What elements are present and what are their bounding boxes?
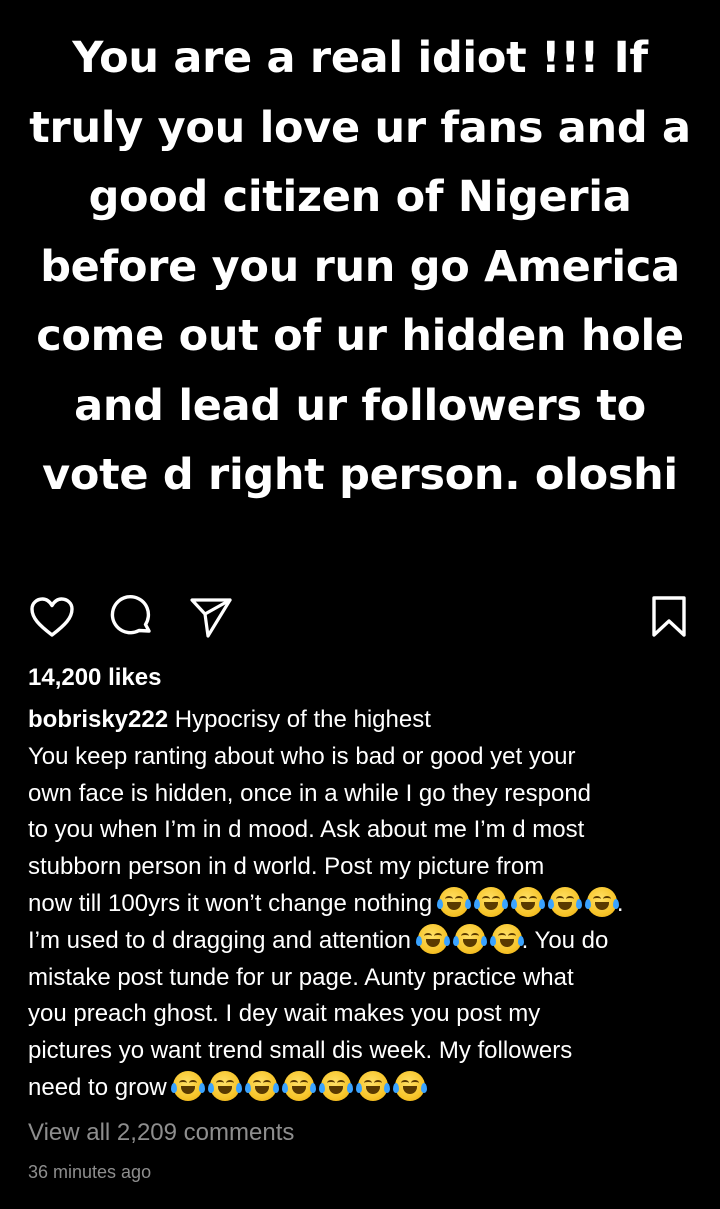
laughing-tears-emoji-icon: [510, 886, 545, 917]
laughing-tears-emoji-icon: [436, 886, 471, 917]
caption-username[interactable]: bobrisky222: [28, 706, 168, 733]
caption-headline: Hypocrisy of the highest: [168, 706, 431, 733]
save-button[interactable]: [644, 592, 694, 642]
post-image[interactable]: You are a real idiot !!! If truly you lo…: [0, 0, 720, 585]
comment-button[interactable]: [107, 592, 157, 642]
heart-icon: [30, 597, 74, 637]
paper-plane-icon: [190, 598, 232, 638]
post-timestamp: 36 minutes ago: [28, 1162, 152, 1182]
likes-count[interactable]: 14,200 likes: [28, 663, 161, 693]
emoji-group: [436, 883, 619, 920]
laughing-tears-emoji-icon: [452, 923, 487, 954]
laughing-tears-emoji-icon: [319, 1070, 354, 1101]
caption-line: you preach ghost. I dey wait makes you p…: [28, 1000, 541, 1028]
caption-line-text: need to grow: [28, 1073, 167, 1101]
caption-line: stubborn person in d world. Post my pict…: [28, 853, 545, 881]
laughing-tears-emoji-icon: [547, 886, 582, 917]
emoji-group: [171, 1067, 428, 1104]
laughing-tears-emoji-icon: [282, 1070, 317, 1101]
laughing-tears-emoji-icon: [208, 1070, 243, 1101]
caption-line: mistake post tunde for ur page. Aunty pr…: [28, 963, 574, 991]
laughing-tears-emoji-icon: [415, 923, 450, 954]
laughing-tears-emoji-icon: [245, 1070, 280, 1101]
like-button[interactable]: [27, 592, 77, 642]
caption-line-text: now till 100yrs it won’t change nothing: [28, 889, 433, 917]
caption-line: You keep ranting about who is bad or goo…: [28, 742, 576, 770]
laughing-tears-emoji-icon: [473, 886, 508, 917]
caption-line: pictures yo want trend small dis week. M…: [28, 1037, 573, 1065]
laughing-tears-emoji-icon: [584, 886, 619, 917]
comment-icon: [110, 594, 151, 635]
emoji-group: [415, 920, 524, 957]
caption-line-with-emoji: I’m used to d dragging and attention . Y…: [28, 923, 698, 960]
laughing-tears-emoji-icon: [393, 1070, 428, 1101]
caption-line: to you when I’m in d mood. Ask about me …: [28, 816, 585, 844]
caption-line-text: . You do: [521, 926, 609, 954]
caption-line-with-emoji: now till 100yrs it won’t change nothing …: [28, 886, 698, 923]
laughing-tears-emoji-icon: [356, 1070, 391, 1101]
laughing-tears-emoji-icon: [171, 1070, 206, 1101]
caption-line-with-emoji: need to grow: [28, 1070, 698, 1107]
caption-line-text: I’m used to d dragging and attention: [28, 926, 411, 954]
share-button[interactable]: [186, 592, 236, 642]
bookmark-icon: [652, 596, 686, 637]
post-caption: bobrisky222 Hypocrisy of the highest You…: [28, 702, 698, 1107]
caption-first-line: bobrisky222 Hypocrisy of the highest: [28, 702, 698, 739]
caption-line: own face is hidden, once in a while I go…: [28, 779, 592, 807]
laughing-tears-emoji-icon: [489, 923, 524, 954]
post-action-bar: [0, 592, 720, 642]
view-all-comments-link[interactable]: View all 2,209 comments: [28, 1117, 294, 1149]
post-image-text: You are a real idiot !!! If truly you lo…: [29, 33, 691, 500]
